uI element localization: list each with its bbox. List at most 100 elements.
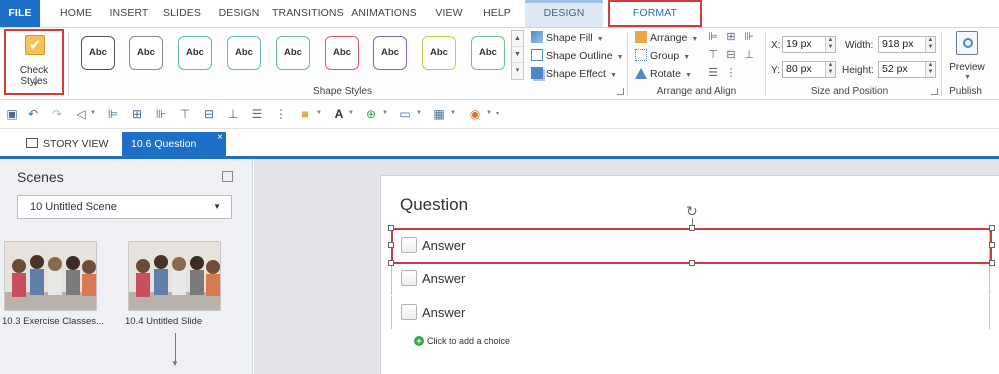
shape-style-7[interactable]: Abc <box>373 36 407 70</box>
align-bottom-icon[interactable]: ⊥ <box>743 49 755 61</box>
chevron-down-icon[interactable]: ▼ <box>348 110 354 116</box>
spinner-arrows-icon[interactable]: ▲ ▼ <box>825 37 835 52</box>
resize-handle[interactable] <box>689 225 695 231</box>
shape-style-3[interactable]: Abc <box>178 36 212 70</box>
tab-slide-question[interactable]: 10.6 Question × <box>122 132 226 156</box>
collapse-panel-icon[interactable] <box>222 171 233 182</box>
text-icon[interactable]: A <box>332 107 346 121</box>
size-position-launcher-icon[interactable] <box>931 88 938 95</box>
group-button[interactable]: Group ▼ <box>635 47 690 65</box>
slide-thumbnail[interactable] <box>4 241 97 311</box>
y-position-input[interactable]: 80 px ▲ ▼ <box>782 61 836 78</box>
preview-button[interactable]: Preview ▼ <box>946 30 988 81</box>
distribute-vertical-icon[interactable]: ☰ <box>707 67 719 79</box>
shape-effect-button[interactable]: Shape Effect ▼ <box>531 65 617 83</box>
spinner-arrows-icon[interactable]: ▲ ▼ <box>925 37 935 52</box>
shape-fill-button[interactable]: Shape Fill ▼ <box>531 29 604 47</box>
gallery-more-icon[interactable]: ▾ <box>512 63 523 79</box>
answer-choice[interactable]: Answer <box>391 262 990 295</box>
check-styles-button[interactable]: ✔ Check Styles ▼ <box>4 29 64 95</box>
save-icon[interactable]: ▣ <box>5 107 19 121</box>
shape-style-1[interactable]: Abc <box>81 36 115 70</box>
x-position-input[interactable]: 19 px ▲ ▼ <box>782 36 836 53</box>
distribute-horizontal-icon[interactable]: ⋮ <box>274 107 288 121</box>
table-icon[interactable]: ▦ <box>432 107 446 121</box>
align-center-icon[interactable]: ⊞ <box>130 107 144 121</box>
picture-icon[interactable]: ▭ <box>398 107 412 121</box>
tab-help[interactable]: HELP <box>478 0 516 27</box>
close-icon[interactable]: × <box>217 126 223 150</box>
align-left-icon[interactable]: ⊫ <box>106 107 120 121</box>
resize-handle[interactable] <box>689 260 695 266</box>
resize-handle[interactable] <box>388 225 394 231</box>
align-center-icon[interactable]: ⊞ <box>725 31 737 43</box>
align-right-icon[interactable]: ⊪ <box>154 107 168 121</box>
chevron-down-icon[interactable]: ▼ <box>90 110 96 116</box>
shape-styles-launcher-icon[interactable] <box>617 88 624 95</box>
chevron-down-icon[interactable]: ▼ <box>450 110 456 116</box>
shape-style-6[interactable]: Abc <box>325 36 359 70</box>
tab-context-design[interactable]: DESIGN <box>525 0 603 27</box>
arrange-button[interactable]: Arrange ▼ <box>635 29 698 47</box>
shape-icon[interactable]: ■ <box>298 107 312 121</box>
chevron-down-icon[interactable]: ▼ <box>486 110 492 116</box>
resize-handle[interactable] <box>388 260 394 266</box>
align-middle-icon[interactable]: ⊟ <box>202 107 216 121</box>
height-input[interactable]: 52 px ▲ ▼ <box>878 61 936 78</box>
scroll-down-icon[interactable]: ▼ <box>512 47 523 63</box>
scroll-up-icon[interactable]: ▲ <box>512 31 523 47</box>
scene-dropdown[interactable]: 10 Untitled Scene ▼ <box>17 195 232 219</box>
distribute-icon[interactable]: ☰ <box>250 107 264 121</box>
resize-handle[interactable] <box>989 225 995 231</box>
gallery-scroll[interactable]: ▲ ▼ ▾ <box>511 30 524 80</box>
slide-canvas[interactable]: Question ↻ Answer Answer Answer + Click … <box>380 175 999 374</box>
spinner-arrows-icon[interactable]: ▲ ▼ <box>925 62 935 77</box>
question-title[interactable]: Question <box>400 195 468 215</box>
checkbox[interactable] <box>401 304 417 320</box>
undo-icon[interactable]: ↶ <box>26 107 40 121</box>
tab-animations[interactable]: ANIMATIONS <box>350 0 418 27</box>
shape-style-5[interactable]: Abc <box>276 36 310 70</box>
tab-view[interactable]: VIEW <box>430 0 468 27</box>
tab-transitions[interactable]: TRANSITIONS <box>272 0 344 27</box>
chevron-down-icon[interactable]: ▼ <box>316 110 322 116</box>
answer-choice[interactable]: Answer <box>391 296 990 329</box>
shape-style-4[interactable]: Abc <box>227 36 261 70</box>
align-right-icon[interactable]: ⊪ <box>743 31 755 43</box>
distribute-horizontal-icon[interactable]: ⋮ <box>725 67 737 79</box>
answer-text[interactable]: Answer <box>422 305 465 320</box>
answer-text[interactable]: Answer <box>422 271 465 286</box>
shape-outline-button[interactable]: Shape Outline ▼ <box>531 47 624 65</box>
customize-toolbar-icon[interactable]: ▾ <box>496 110 499 117</box>
resize-handle[interactable] <box>388 242 394 248</box>
chevron-down-icon[interactable]: ▼ <box>416 110 422 116</box>
rotate-button[interactable]: Rotate ▼ <box>635 65 692 83</box>
insert-trigger-icon[interactable]: ⊕ <box>364 107 378 121</box>
add-choice-link[interactable]: Click to add a choice <box>427 336 510 346</box>
tab-format[interactable]: FORMAT <box>608 0 702 27</box>
align-left-icon[interactable]: ⊫ <box>707 31 719 43</box>
tab-insert[interactable]: INSERT <box>106 0 152 27</box>
shape-style-9[interactable]: Abc <box>471 36 505 70</box>
tab-story-view[interactable]: STORY VIEW <box>26 132 118 156</box>
checkbox[interactable] <box>401 270 417 286</box>
align-top-icon[interactable]: ⊤ <box>178 107 192 121</box>
slide-thumbnail[interactable] <box>128 241 221 311</box>
redo-icon[interactable]: ↷ <box>50 107 64 121</box>
shape-style-8[interactable]: Abc <box>422 36 456 70</box>
width-input[interactable]: 918 px ▲ ▼ <box>878 36 936 53</box>
tab-home[interactable]: HOME <box>52 0 100 27</box>
align-top-icon[interactable]: ⊤ <box>707 49 719 61</box>
align-bottom-icon[interactable]: ⊥ <box>226 107 240 121</box>
spinner-arrows-icon[interactable]: ▲ ▼ <box>825 62 835 77</box>
tab-file[interactable]: FILE <box>0 0 40 27</box>
add-choice-icon[interactable]: + <box>414 336 424 346</box>
resize-handle[interactable] <box>989 242 995 248</box>
align-middle-icon[interactable]: ⊟ <box>725 49 737 61</box>
audio-icon[interactable]: ◁ <box>74 107 88 121</box>
tab-design[interactable]: DESIGN <box>215 0 263 27</box>
chevron-down-icon[interactable]: ▼ <box>382 110 388 116</box>
publish-icon[interactable]: ◉ <box>468 107 482 121</box>
tab-slides[interactable]: SLIDES <box>159 0 205 27</box>
shape-style-2[interactable]: Abc <box>129 36 163 70</box>
